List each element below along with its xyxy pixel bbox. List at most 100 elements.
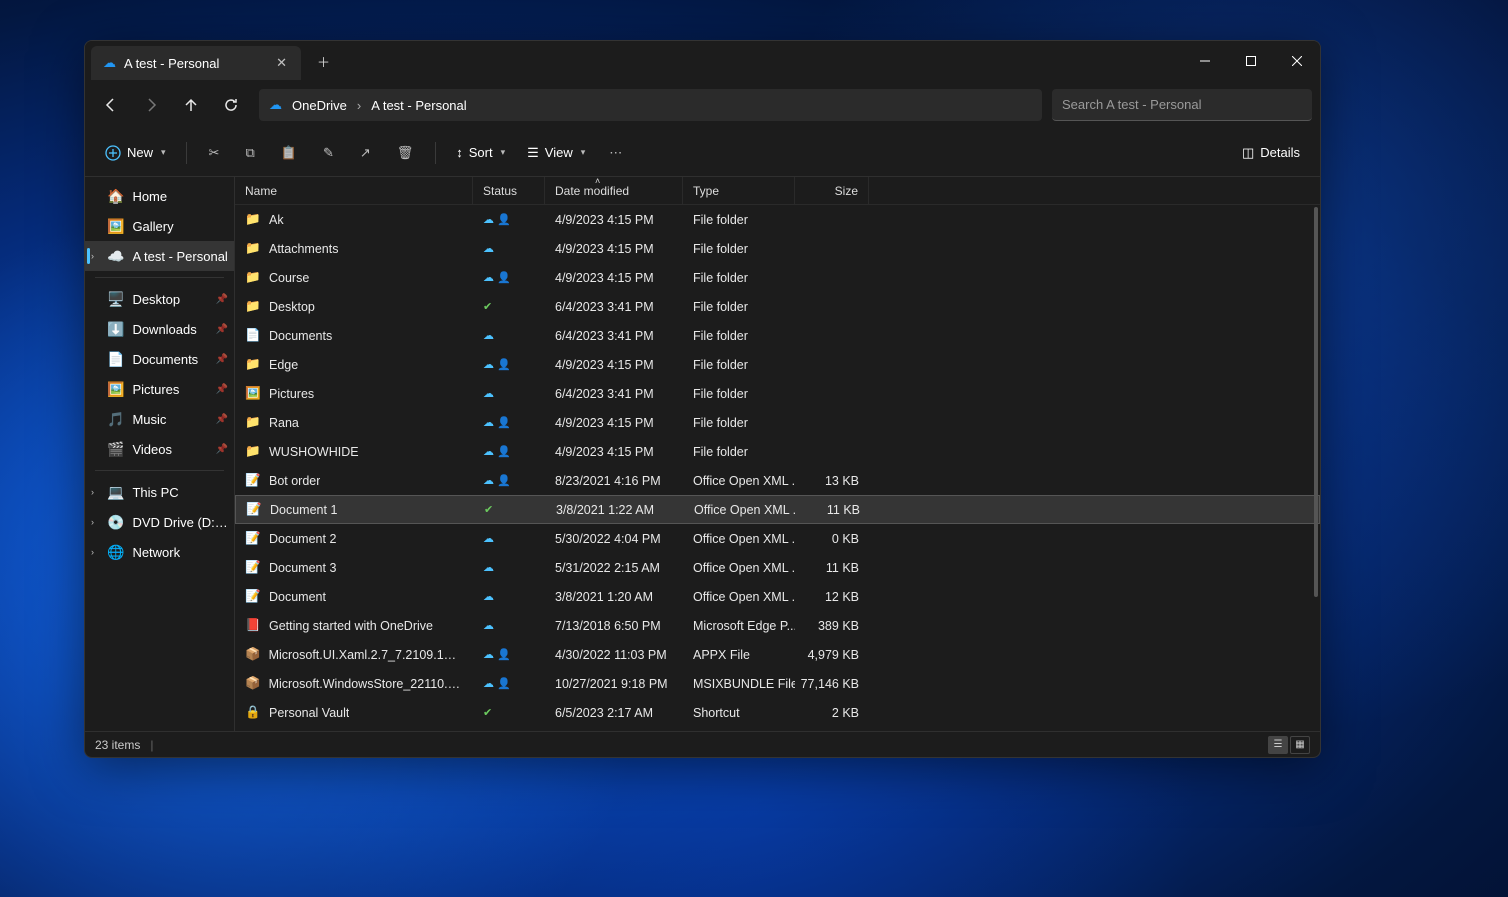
file-row[interactable]: 📝Document 1✔3/8/2021 1:22 AMOffice Open … bbox=[235, 495, 1320, 524]
sidebar-item[interactable]: 🎬Videos📌 bbox=[85, 434, 234, 464]
more-button[interactable]: ⋯ bbox=[599, 136, 632, 170]
scrollbar[interactable] bbox=[1314, 207, 1318, 597]
details-pane-button[interactable]: ◫ Details bbox=[1234, 136, 1308, 170]
expand-icon[interactable]: › bbox=[91, 251, 94, 261]
chevron-down-icon: ▾ bbox=[161, 147, 166, 158]
column-type[interactable]: Type bbox=[683, 177, 795, 204]
new-tab-button[interactable]: ＋ bbox=[309, 48, 338, 75]
cut-button[interactable]: ✂ bbox=[199, 136, 230, 170]
sidebar-item[interactable]: 📄Documents📌 bbox=[85, 344, 234, 374]
file-row[interactable]: 📁Ak☁👤4/9/2023 4:15 PMFile folder bbox=[235, 205, 1320, 234]
search-input[interactable]: Search A test - Personal bbox=[1052, 89, 1312, 121]
up-button[interactable] bbox=[173, 87, 209, 123]
file-row[interactable]: 📝Document 2☁5/30/2022 4:04 PMOffice Open… bbox=[235, 524, 1320, 553]
copy-button[interactable]: ⧉ bbox=[235, 136, 264, 170]
thumbnails-view-button[interactable]: ▦ bbox=[1290, 736, 1310, 754]
refresh-button[interactable] bbox=[213, 87, 249, 123]
cell-status: ☁ bbox=[473, 619, 545, 632]
sidebar-item[interactable]: ⬇️Downloads📌 bbox=[85, 314, 234, 344]
close-window-button[interactable] bbox=[1274, 41, 1320, 81]
column-status[interactable]: Status bbox=[473, 177, 545, 204]
sidebar-item[interactable]: ›🌐Network bbox=[85, 537, 234, 567]
cell-type: File folder bbox=[683, 242, 795, 256]
share-button[interactable]: ↗ bbox=[350, 136, 381, 170]
file-icon: 📁 bbox=[245, 241, 261, 256]
sidebar-icon: 🖥️ bbox=[107, 291, 124, 308]
sidebar-item[interactable]: 🖼️Gallery bbox=[85, 211, 234, 241]
paste-button[interactable]: 📋 bbox=[271, 136, 307, 170]
file-row[interactable]: 📦Microsoft.WindowsStore_22110.1401.10.0.… bbox=[235, 669, 1320, 698]
expand-icon[interactable]: › bbox=[91, 487, 94, 497]
file-row[interactable]: 📕Getting started with OneDrive☁7/13/2018… bbox=[235, 611, 1320, 640]
file-row[interactable]: 📁WUSHOWHIDE☁👤4/9/2023 4:15 PMFile folder bbox=[235, 437, 1320, 466]
column-name[interactable]: Name bbox=[235, 177, 473, 204]
file-name: Bot order bbox=[269, 474, 320, 488]
forward-button[interactable] bbox=[133, 87, 169, 123]
cell-size: 389 KB bbox=[795, 619, 869, 633]
cell-name: 📝Document 3 bbox=[235, 560, 473, 575]
cell-date: 5/30/2022 4:04 PM bbox=[545, 532, 683, 546]
sidebar-item[interactable]: ›💻This PC bbox=[85, 477, 234, 507]
sort-button[interactable]: ↕ Sort ▾ bbox=[448, 136, 513, 170]
back-button[interactable] bbox=[93, 87, 129, 123]
file-name: WUSHOWHIDE bbox=[269, 445, 359, 459]
file-row[interactable]: 🔒Personal Vault✔6/5/2023 2:17 AMShortcut… bbox=[235, 698, 1320, 727]
rename-button[interactable]: ✎ bbox=[313, 136, 344, 170]
sidebar-item[interactable]: ›💿DVD Drive (D:) CCC bbox=[85, 507, 234, 537]
file-row[interactable]: 📁Rana☁👤4/9/2023 4:15 PMFile folder bbox=[235, 408, 1320, 437]
titlebar: ☁ A test - Personal ✕ ＋ bbox=[85, 41, 1320, 81]
sidebar-item[interactable]: 🖥️Desktop📌 bbox=[85, 284, 234, 314]
shared-status-icon: 👤 bbox=[497, 213, 511, 226]
file-row[interactable]: 📁Course☁👤4/9/2023 4:15 PMFile folder bbox=[235, 263, 1320, 292]
expand-icon[interactable]: › bbox=[91, 547, 94, 557]
minimize-button[interactable] bbox=[1182, 41, 1228, 81]
file-row[interactable]: 📝Bot order☁👤8/23/2021 4:16 PMOffice Open… bbox=[235, 466, 1320, 495]
file-row[interactable]: 📝Document 3☁5/31/2022 2:15 AMOffice Open… bbox=[235, 553, 1320, 582]
cell-status: ☁👤 bbox=[473, 358, 545, 371]
column-size[interactable]: Size bbox=[795, 177, 869, 204]
file-row[interactable]: 📁Desktop✔6/4/2023 3:41 PMFile folder bbox=[235, 292, 1320, 321]
breadcrumb-root[interactable]: OneDrive bbox=[292, 98, 347, 113]
cloud-status-icon: ☁ bbox=[483, 242, 494, 255]
close-tab-icon[interactable]: ✕ bbox=[272, 55, 291, 71]
expand-icon[interactable]: › bbox=[91, 517, 94, 527]
cell-status: ☁ bbox=[473, 242, 545, 255]
cell-date: 3/8/2021 1:20 AM bbox=[545, 590, 683, 604]
cloud-status-icon: ☁ bbox=[483, 271, 494, 284]
cell-size: 11 KB bbox=[795, 561, 869, 575]
cell-date: 5/31/2022 2:15 AM bbox=[545, 561, 683, 575]
file-row[interactable]: 📁Attachments☁4/9/2023 4:15 PMFile folder bbox=[235, 234, 1320, 263]
view-button[interactable]: ☰ View ▾ bbox=[519, 136, 593, 170]
new-button[interactable]: New ▾ bbox=[97, 136, 174, 170]
delete-button[interactable]: 🗑 bbox=[387, 136, 424, 170]
file-row[interactable]: 📁Edge☁👤4/9/2023 4:15 PMFile folder bbox=[235, 350, 1320, 379]
cell-date: 4/30/2022 11:03 PM bbox=[545, 648, 683, 662]
cell-date: 4/9/2023 4:15 PM bbox=[545, 445, 683, 459]
file-row[interactable]: 🖼️Pictures☁6/4/2023 3:41 PMFile folder bbox=[235, 379, 1320, 408]
file-name: Document 2 bbox=[269, 532, 336, 546]
sidebar-label: This PC bbox=[132, 485, 178, 500]
breadcrumb[interactable]: ☁ OneDrive › A test - Personal bbox=[259, 89, 1042, 121]
item-count: 23 items bbox=[95, 738, 140, 752]
browser-tab[interactable]: ☁ A test - Personal ✕ bbox=[91, 46, 301, 80]
cell-status: ☁ bbox=[473, 329, 545, 342]
cell-date: 4/9/2023 4:15 PM bbox=[545, 213, 683, 227]
maximize-button[interactable] bbox=[1228, 41, 1274, 81]
sidebar-item[interactable]: ›☁️A test - Personal bbox=[85, 241, 234, 271]
column-extra[interactable] bbox=[869, 177, 909, 204]
details-view-button[interactable]: ☰ bbox=[1268, 736, 1288, 754]
file-row[interactable]: 📦Microsoft.UI.Xaml.2.7_7.2109.13004.0_x6… bbox=[235, 640, 1320, 669]
sidebar-label: Downloads bbox=[132, 322, 196, 337]
sidebar-item[interactable]: 🎵Music📌 bbox=[85, 404, 234, 434]
breadcrumb-current[interactable]: A test - Personal bbox=[371, 98, 466, 113]
cloud-status-icon: ☁ bbox=[483, 590, 494, 603]
file-row[interactable]: 📝Document☁3/8/2021 1:20 AMOffice Open XM… bbox=[235, 582, 1320, 611]
sidebar-item[interactable]: 🏠Home bbox=[85, 181, 234, 211]
chevron-down-icon: ▾ bbox=[501, 147, 506, 158]
column-date[interactable]: Date modified bbox=[545, 177, 683, 204]
file-icon: 📁 bbox=[245, 270, 261, 285]
synced-status-icon: ✔ bbox=[484, 503, 493, 516]
file-row[interactable]: 📄Documents☁6/4/2023 3:41 PMFile folder bbox=[235, 321, 1320, 350]
sidebar-label: Home bbox=[132, 189, 167, 204]
sidebar-item[interactable]: 🖼️Pictures📌 bbox=[85, 374, 234, 404]
